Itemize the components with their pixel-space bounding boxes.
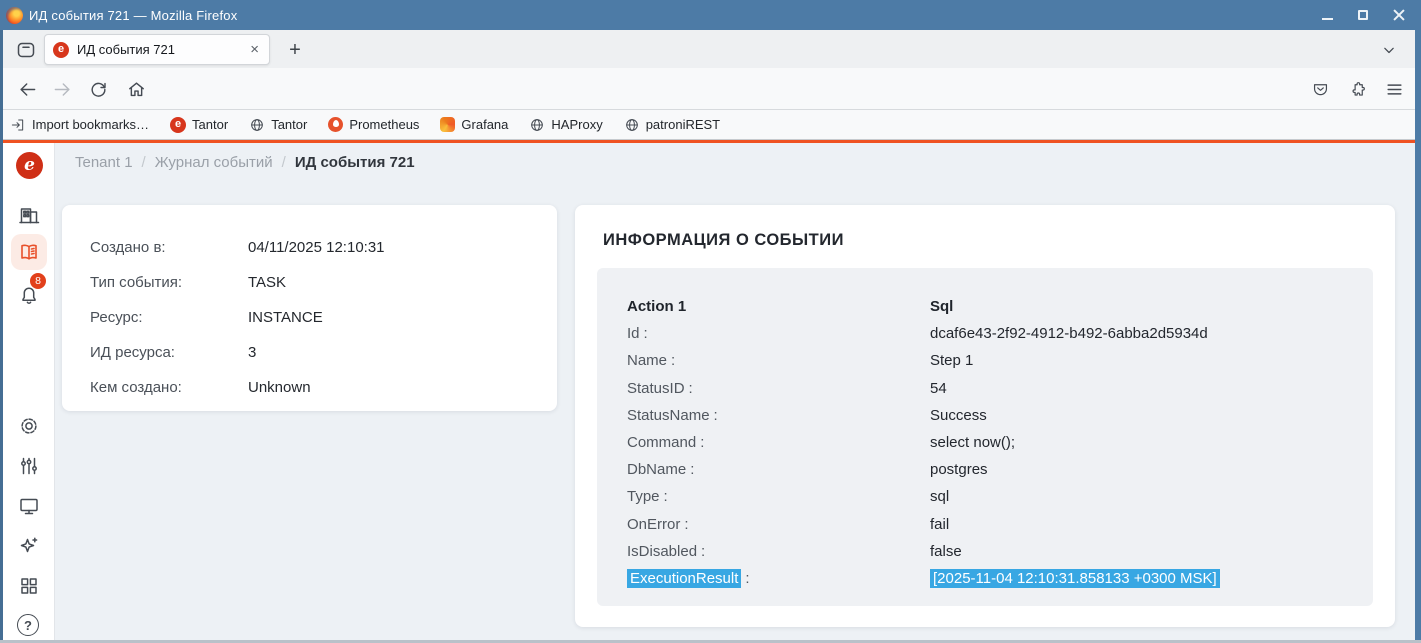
bookmark-import[interactable]: Import bookmarks… xyxy=(10,117,149,133)
page-content: e 8 ? Tenant 1 / xyxy=(3,140,1415,640)
breadcrumb-journal[interactable]: Журнал событий xyxy=(155,154,273,171)
event-info-row: StatusID:54 xyxy=(627,375,1373,402)
reload-icon[interactable] xyxy=(89,80,108,99)
sidebar-item-apps[interactable] xyxy=(17,574,41,598)
bookmark-prometheus[interactable]: Prometheus xyxy=(328,117,419,132)
event-info-row: Command:select now(); xyxy=(627,429,1373,456)
bookmark-patronirest[interactable]: patroniREST xyxy=(624,117,720,133)
breadcrumb-current: ИД события 721 xyxy=(295,154,415,171)
breadcrumb-separator: / xyxy=(142,154,146,171)
event-info-panel: Action 1 Sql Id:dcaf6e43-2f92-4912-b492-… xyxy=(597,268,1373,606)
notification-badge: 8 xyxy=(30,273,46,289)
event-info-header-row: Action 1 Sql xyxy=(627,293,1373,320)
tab-close-icon[interactable]: × xyxy=(248,41,261,58)
back-icon[interactable] xyxy=(18,80,37,99)
sidebar-item-assistant[interactable] xyxy=(17,534,41,558)
summary-row: Тип события:TASK xyxy=(90,265,557,300)
event-info-row: Name:Step 1 xyxy=(627,347,1373,374)
summary-row: Создано в:04/11/2025 12:10:31 xyxy=(90,230,557,265)
summary-row: Ресурс:INSTANCE xyxy=(90,300,557,335)
event-info-row: Id:dcaf6e43-2f92-4912-b492-6abba2d5934d xyxy=(627,320,1373,347)
event-info-row: IsDisabled:false xyxy=(627,538,1373,565)
globe-icon xyxy=(529,117,545,133)
sidebar-item-monitoring[interactable] xyxy=(17,494,41,518)
event-info-row: Type:sql xyxy=(627,483,1373,510)
bookmark-grafana[interactable]: Grafana xyxy=(440,117,508,132)
bookmark-haproxy[interactable]: HAProxy xyxy=(529,117,602,133)
window-border-left xyxy=(0,30,3,643)
event-info-row: DbName:postgres xyxy=(627,456,1373,483)
window-border-right xyxy=(1415,0,1421,643)
bookmark-tantor-1[interactable]: e Tantor xyxy=(170,117,228,133)
breadcrumb-tenant[interactable]: Tenant 1 xyxy=(75,154,133,171)
new-tab-button[interactable]: + xyxy=(283,38,307,62)
breadcrumb: Tenant 1 / Журнал событий / ИД события 7… xyxy=(75,154,415,171)
brand-accent-line xyxy=(3,140,1415,143)
event-info-title: ИНФОРМАЦИЯ О СОБЫТИИ xyxy=(603,231,844,250)
window-title: ИД события 721 — Mozilla Firefox xyxy=(29,8,237,23)
grid-icon xyxy=(17,574,41,598)
sidebar-item-settings[interactable] xyxy=(17,414,41,438)
tab-title: ИД события 721 xyxy=(77,42,248,57)
event-info-row: StatusName:Success xyxy=(627,402,1373,429)
tantor-logo-icon: e xyxy=(170,117,186,133)
prometheus-icon xyxy=(328,117,343,132)
event-summary-card: Создано в:04/11/2025 12:10:31 Тип событи… xyxy=(62,205,557,411)
firefox-view-icon[interactable] xyxy=(14,38,38,62)
extensions-puzzle-icon[interactable] xyxy=(1348,80,1367,99)
event-info-card: ИНФОРМАЦИЯ О СОБЫТИИ Action 1 Sql Id:dca… xyxy=(575,205,1395,627)
question-icon: ? xyxy=(24,618,32,633)
bookmark-tantor-2[interactable]: Tantor xyxy=(249,117,307,133)
app-sidebar: e 8 ? xyxy=(3,143,55,640)
tantor-logo[interactable]: e xyxy=(16,152,43,179)
monitor-icon xyxy=(17,494,41,518)
tab-favicon: e xyxy=(53,42,69,58)
selected-text: [2025-11-04 12:10:31.858133 +0300 MSK] xyxy=(930,569,1220,588)
summary-row: Кем создано:Unknown xyxy=(90,370,557,405)
sidebar-item-tenants[interactable] xyxy=(17,203,41,227)
window-titlebar: ИД события 721 — Mozilla Firefox xyxy=(0,0,1421,30)
building-icon xyxy=(17,203,41,227)
tab-strip: e ИД события 721 × + xyxy=(0,30,1421,68)
hamburger-menu-icon[interactable] xyxy=(1385,80,1404,99)
list-all-tabs-icon[interactable] xyxy=(1379,40,1399,60)
minimize-button[interactable] xyxy=(1317,5,1337,25)
open-book-icon xyxy=(17,240,41,264)
event-info-row: OnError:fail xyxy=(627,511,1373,538)
gear-icon xyxy=(17,414,41,438)
globe-icon xyxy=(624,117,640,133)
sidebar-item-help[interactable]: ? xyxy=(17,614,39,636)
sidebar-item-parameters[interactable] xyxy=(17,454,41,478)
globe-icon xyxy=(249,117,265,133)
sliders-icon xyxy=(17,454,41,478)
forward-icon[interactable] xyxy=(53,80,72,99)
navigation-toolbar: https://education.tantorlabs.ru/platform… xyxy=(0,68,1421,110)
bookmarks-toolbar: Import bookmarks… e Tantor Tantor Promet… xyxy=(0,110,1421,140)
maximize-button[interactable] xyxy=(1353,5,1373,25)
import-icon xyxy=(10,117,26,133)
grafana-icon xyxy=(440,117,455,132)
tab-active[interactable]: e ИД события 721 × xyxy=(44,34,270,65)
close-button[interactable] xyxy=(1389,5,1409,25)
event-info-row-selected: ExecutionResult:[2025-11-04 12:10:31.858… xyxy=(627,565,1373,592)
firefox-logo-icon xyxy=(6,7,23,24)
home-icon[interactable] xyxy=(127,80,146,99)
selected-text: ExecutionResult xyxy=(627,569,741,588)
sidebar-item-event-journal[interactable] xyxy=(17,240,41,264)
breadcrumb-separator: / xyxy=(282,154,286,171)
sparkles-icon xyxy=(17,534,41,558)
summary-row: ИД ресурса:3 xyxy=(90,335,557,370)
pocket-icon[interactable] xyxy=(1311,80,1330,99)
